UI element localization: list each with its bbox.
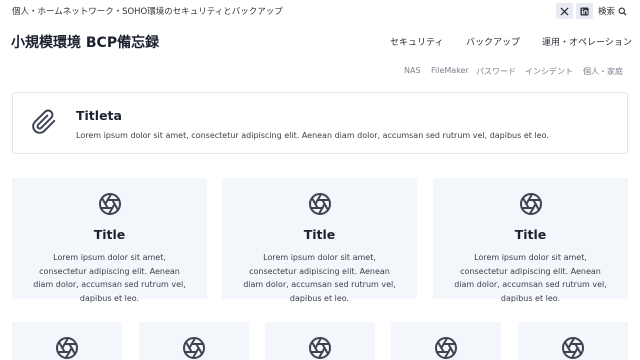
aperture-icon: [182, 336, 206, 360]
subnav-nas[interactable]: NAS: [404, 66, 421, 75]
search-icon: [618, 7, 627, 16]
search-button[interactable]: 検索: [598, 5, 627, 17]
paperclip-icon: [31, 108, 57, 140]
nav-security[interactable]: セキュリティ: [390, 35, 443, 48]
aperture-icon: [98, 192, 122, 220]
card-text: Lorem ipsum dolor sit amet, consectetur …: [33, 253, 186, 303]
card-title: Title: [303, 227, 336, 242]
aperture-icon: [308, 336, 332, 360]
card[interactable]: [12, 322, 122, 360]
top-bar: 個人・ホームネットワーク・SOHO環境のセキュリティとバックアップ 検索: [0, 0, 640, 22]
card[interactable]: Title Lorem ipsum dolor sit amet, consec…: [433, 178, 628, 303]
card[interactable]: [139, 322, 249, 360]
card[interactable]: [265, 322, 375, 360]
subnav-personal-home[interactable]: 個人・家庭: [583, 66, 623, 77]
nav-backup[interactable]: バックアップ: [466, 35, 520, 48]
featured-box[interactable]: Titleta Lorem ipsum dolor sit amet, cons…: [12, 92, 628, 154]
card-text: Lorem ipsum dolor sit amet, consectetur …: [243, 253, 396, 303]
aperture-icon: [519, 192, 543, 220]
card[interactable]: Title Lorem ipsum dolor sit amet, consec…: [12, 178, 207, 303]
subnav-incident[interactable]: インシデント: [525, 66, 573, 77]
aperture-icon: [434, 336, 458, 360]
site-title[interactable]: 小規模環境 BCP備忘録: [11, 32, 159, 52]
x-logo-icon[interactable]: [556, 3, 573, 19]
card[interactable]: [391, 322, 501, 360]
linkedin-icon[interactable]: [576, 3, 593, 19]
aperture-icon: [308, 192, 332, 220]
aperture-icon: [561, 336, 585, 360]
search-label: 検索: [598, 7, 616, 17]
card[interactable]: [518, 322, 628, 360]
nav-operations[interactable]: 運用・オペレーション: [542, 35, 632, 48]
subnav-password[interactable]: パスワード: [476, 66, 516, 77]
featured-title: Titleta: [76, 108, 122, 123]
card-title: Title: [514, 227, 547, 242]
site-tagline: 個人・ホームネットワーク・SOHO環境のセキュリティとバックアップ: [12, 7, 283, 17]
card-title: Title: [93, 227, 126, 242]
card-text: Lorem ipsum dolor sit amet, consectetur …: [454, 253, 607, 303]
featured-text: Lorem ipsum dolor sit amet, consectetur …: [76, 131, 549, 140]
card[interactable]: Title Lorem ipsum dolor sit amet, consec…: [222, 178, 417, 303]
aperture-icon: [55, 336, 79, 360]
subnav-filemaker[interactable]: FileMaker: [431, 66, 469, 75]
